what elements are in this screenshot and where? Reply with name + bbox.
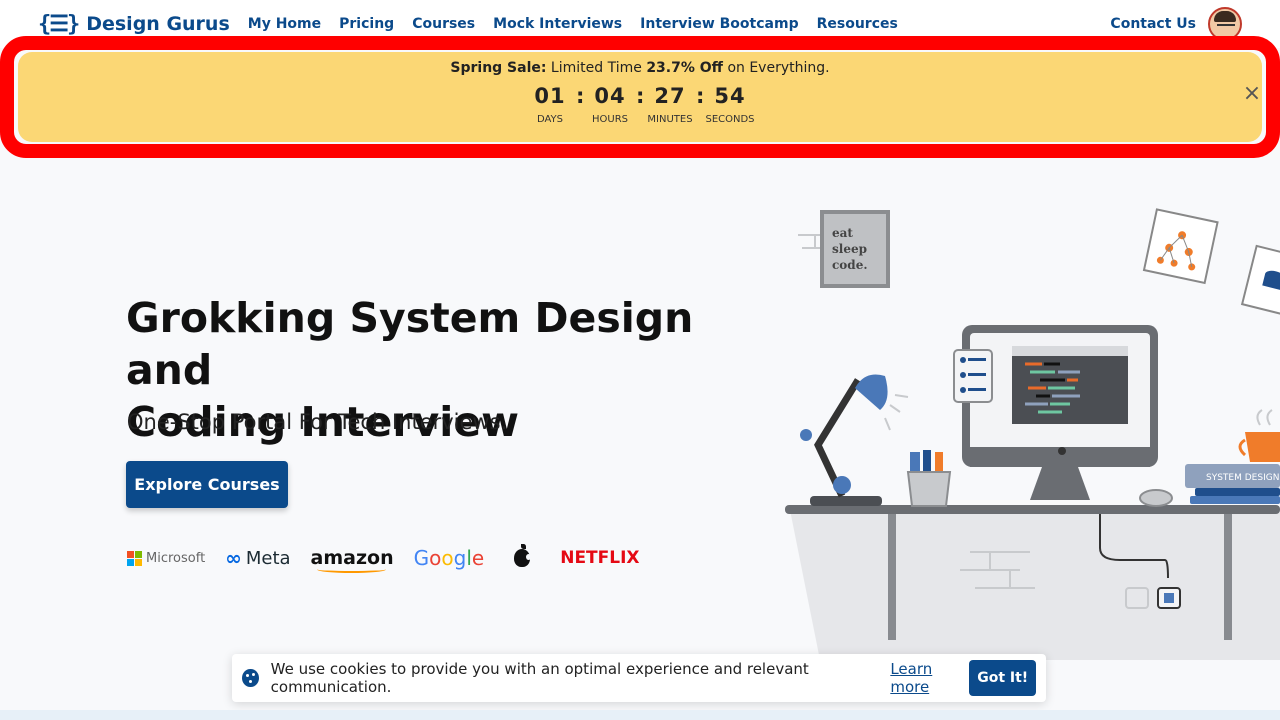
coffee-cup-handle bbox=[1238, 438, 1247, 457]
amazon-wordmark: amazon bbox=[310, 547, 394, 573]
countdown-seconds-value: 54 bbox=[714, 84, 746, 108]
countdown-seconds-label: SECONDS bbox=[705, 114, 755, 125]
sale-prefix: Spring Sale: bbox=[450, 60, 547, 76]
google-logo: Google bbox=[414, 546, 485, 570]
poster-line: eat bbox=[832, 226, 853, 240]
desk-illustration: eat sleep code. SYSTEM DESIGN bbox=[785, 208, 1280, 660]
sale-banner-text: Spring Sale: Limited Time 23.7% Off on E… bbox=[18, 60, 1262, 76]
countdown-hours: 04 HOURS bbox=[584, 84, 636, 125]
microsoft-wordmark: Microsoft bbox=[146, 550, 206, 566]
computer-mouse bbox=[1139, 489, 1173, 507]
pencil-cup bbox=[906, 450, 952, 507]
google-letter: o bbox=[441, 546, 454, 570]
monitor-button bbox=[1058, 447, 1066, 455]
countdown-days: 01 DAYS bbox=[524, 84, 576, 125]
hero-subtitle: One-Stop Portal For Tech Interviews. bbox=[127, 410, 508, 434]
book-stack bbox=[1195, 488, 1280, 496]
countdown-days-label: DAYS bbox=[536, 114, 564, 125]
coffee-cup bbox=[1245, 432, 1280, 462]
power-plug bbox=[1164, 593, 1174, 603]
close-banner-icon[interactable]: × bbox=[1242, 83, 1262, 105]
meta-logo: ∞ Meta bbox=[225, 546, 290, 570]
netflix-wordmark: NETFLIX bbox=[560, 548, 640, 568]
cookie-icon bbox=[242, 669, 259, 687]
page-bottom-strip bbox=[0, 710, 1280, 720]
sale-discount: 23.7% Off bbox=[646, 60, 723, 76]
nav-link-interview-bootcamp[interactable]: Interview Bootcamp bbox=[640, 16, 798, 32]
desk-leg bbox=[888, 514, 896, 640]
book-label: SYSTEM DESIGN bbox=[1206, 473, 1279, 483]
tree-diagram-note bbox=[1142, 208, 1219, 285]
desk-lamp bbox=[800, 374, 909, 506]
countdown-separator: : bbox=[576, 84, 585, 108]
countdown-hours-label: HOURS bbox=[591, 114, 628, 125]
site-logo[interactable]: {☰} Design Gurus bbox=[38, 12, 230, 37]
nav-link-mock-interviews[interactable]: Mock Interviews bbox=[493, 16, 622, 32]
database-note bbox=[1240, 244, 1280, 318]
countdown-minutes-label: MINUTES bbox=[647, 114, 693, 125]
sale-suffix: on Everything. bbox=[723, 60, 830, 76]
learn-more-link[interactable]: Learn more bbox=[890, 660, 969, 696]
google-letter: g bbox=[453, 546, 467, 570]
cookie-message: We use cookies to provide you with an op… bbox=[270, 660, 809, 696]
microsoft-icon bbox=[127, 550, 142, 566]
nav-link-pricing[interactable]: Pricing bbox=[339, 16, 394, 32]
nav-link-resources[interactable]: Resources bbox=[817, 16, 898, 32]
hero-title-line-1: Grokking System Design and bbox=[126, 294, 694, 394]
countdown-separator: : bbox=[696, 84, 705, 108]
netflix-logo: NETFLIX bbox=[560, 548, 639, 568]
meta-wordmark: Meta bbox=[245, 547, 291, 569]
code-editor-titlebar bbox=[1012, 346, 1128, 356]
desk-top bbox=[785, 505, 1280, 514]
logo-text: Design Gurus bbox=[86, 13, 230, 35]
company-logos: Microsoft ∞ Meta amazon Google NETFLIX bbox=[127, 544, 640, 573]
countdown-hours-value: 04 bbox=[594, 84, 626, 108]
poster-line: code. bbox=[832, 258, 868, 272]
code-editor-window bbox=[1012, 346, 1128, 424]
apple-logo bbox=[514, 544, 532, 567]
countdown-minutes-value: 27 bbox=[654, 84, 686, 108]
cookie-consent-bar: We use cookies to provide you with an op… bbox=[232, 654, 1046, 702]
contact-us-link[interactable]: Contact Us bbox=[1110, 16, 1196, 32]
logo-icon: {☰} bbox=[38, 11, 80, 37]
google-letter: G bbox=[413, 546, 430, 570]
apple-icon bbox=[514, 544, 532, 567]
sale-banner: Spring Sale: Limited Time 23.7% Off on E… bbox=[18, 52, 1262, 142]
sale-middle: Limited Time bbox=[546, 60, 647, 76]
desk-leg bbox=[1224, 514, 1232, 640]
explore-courses-button[interactable]: Explore Courses bbox=[126, 461, 288, 508]
google-letter: o bbox=[429, 546, 442, 570]
poster-line: sleep bbox=[832, 242, 867, 256]
countdown-timer: 01 DAYS : 04 HOURS : 27 MINUTES : 54 SEC… bbox=[18, 84, 1262, 125]
microsoft-logo: Microsoft bbox=[127, 550, 206, 566]
countdown-minutes: 27 MINUTES bbox=[644, 84, 696, 125]
coffee-steam bbox=[1256, 409, 1273, 426]
countdown-days-value: 01 bbox=[534, 84, 566, 108]
meta-infinity-icon: ∞ bbox=[225, 546, 242, 570]
nav-link-my-home[interactable]: My Home bbox=[248, 16, 321, 32]
desk-shadow bbox=[790, 510, 1280, 660]
book-stack bbox=[1190, 496, 1280, 504]
google-letter: e bbox=[471, 546, 485, 570]
countdown-seconds: 54 SECONDS bbox=[704, 84, 756, 125]
got-it-button[interactable]: Got It! bbox=[969, 660, 1036, 696]
nav-link-courses[interactable]: Courses bbox=[412, 16, 475, 32]
amazon-logo: amazon bbox=[310, 547, 394, 573]
monitor-stand bbox=[1030, 467, 1090, 500]
nav-links: My Home Pricing Courses Mock Interviews … bbox=[248, 16, 898, 32]
countdown-separator: : bbox=[636, 84, 645, 108]
